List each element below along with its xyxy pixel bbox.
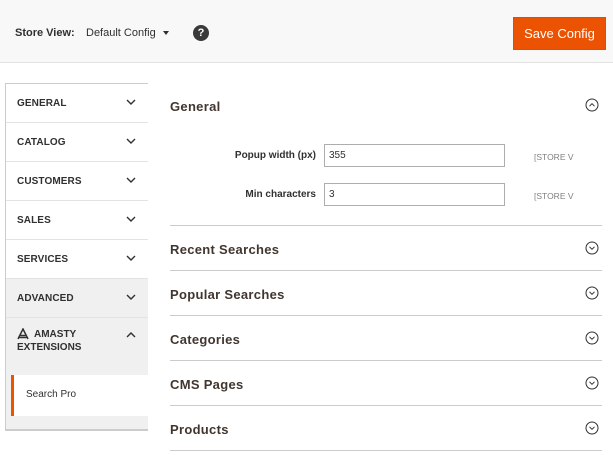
popup-width-label: Popup width (px) bbox=[234, 150, 316, 161]
collapse-circle-icon bbox=[585, 98, 599, 112]
expand-circle-icon bbox=[585, 376, 599, 390]
sidebar-item-label: AMASTY bbox=[34, 329, 77, 340]
expand-circle-icon bbox=[585, 241, 599, 255]
chevron-up-icon bbox=[126, 332, 136, 338]
section-recent-searches-header[interactable]: Recent Searches bbox=[170, 226, 602, 271]
chevron-down-icon bbox=[126, 216, 136, 222]
expand-circle-icon bbox=[585, 286, 599, 300]
chevron-down-icon bbox=[126, 177, 136, 183]
expand-circle-icon bbox=[585, 421, 599, 435]
amasty-logo-icon bbox=[17, 328, 29, 340]
scope-label: [STORE V bbox=[534, 191, 574, 201]
section-title: General bbox=[170, 99, 221, 114]
section-categories-header[interactable]: Categories bbox=[170, 316, 602, 361]
chevron-down-icon bbox=[126, 138, 136, 144]
sidebar-item-amasty-extensions[interactable]: AMASTY EXTENSIONS bbox=[6, 318, 148, 370]
section-general-body bbox=[170, 125, 602, 226]
sidebar-item-label: SERVICES bbox=[17, 254, 69, 265]
section-products-header[interactable]: Products bbox=[170, 406, 602, 451]
sidebar-item-catalog[interactable]: CATALOG bbox=[6, 123, 148, 162]
sidebar-item-label: EXTENSIONS bbox=[17, 342, 82, 353]
page-actions-bar: Store View: Default Config ? Save Config bbox=[0, 0, 613, 63]
store-view-value: Default Config bbox=[86, 27, 156, 39]
store-view-switcher[interactable]: Default Config bbox=[86, 27, 169, 39]
chevron-down-icon bbox=[126, 99, 136, 105]
sidebar-item-general[interactable]: GENERAL bbox=[6, 84, 148, 123]
sidebar-subitem-label: Search Pro bbox=[26, 389, 77, 400]
caret-down-icon bbox=[162, 31, 169, 35]
amasty-submenu: Search Pro bbox=[6, 370, 149, 430]
section-title: CMS Pages bbox=[170, 377, 244, 392]
help-icon[interactable]: ? bbox=[193, 25, 209, 41]
chevron-down-icon bbox=[126, 255, 136, 261]
sidebar-item-label: ADVANCED bbox=[17, 293, 74, 304]
sidebar-item-sales[interactable]: SALES bbox=[6, 201, 148, 240]
section-title: Popular Searches bbox=[170, 287, 285, 302]
section-title: Recent Searches bbox=[170, 242, 280, 257]
sidebar-subitem-search-pro[interactable]: Search Pro bbox=[11, 375, 149, 416]
section-general-header[interactable]: General bbox=[170, 83, 602, 128]
store-view-label: Store View: bbox=[15, 27, 75, 39]
save-config-button[interactable]: Save Config bbox=[513, 17, 606, 50]
min-characters-label: Min characters bbox=[245, 189, 316, 200]
section-title: Products bbox=[170, 422, 229, 437]
chevron-down-icon bbox=[126, 294, 136, 300]
expand-circle-icon bbox=[585, 331, 599, 345]
section-popular-searches-header[interactable]: Popular Searches bbox=[170, 271, 602, 316]
popup-width-input[interactable] bbox=[324, 144, 505, 167]
sidebar-item-label: CATALOG bbox=[17, 137, 66, 148]
sidebar-item-label: GENERAL bbox=[17, 98, 67, 109]
section-title: Categories bbox=[170, 332, 241, 347]
min-characters-input[interactable] bbox=[324, 183, 505, 206]
config-tabs-sidebar: GENERAL CATALOG CUSTOMERS SALES SERVICES… bbox=[5, 83, 149, 431]
sidebar-item-label: CUSTOMERS bbox=[17, 176, 82, 187]
sidebar-item-services[interactable]: SERVICES bbox=[6, 240, 148, 279]
scope-label: [STORE V bbox=[534, 152, 574, 162]
sidebar-item-label: SALES bbox=[17, 215, 51, 226]
sidebar-item-advanced[interactable]: ADVANCED bbox=[6, 279, 148, 318]
sidebar-item-customers[interactable]: CUSTOMERS bbox=[6, 162, 148, 201]
section-cms-pages-header[interactable]: CMS Pages bbox=[170, 361, 602, 406]
